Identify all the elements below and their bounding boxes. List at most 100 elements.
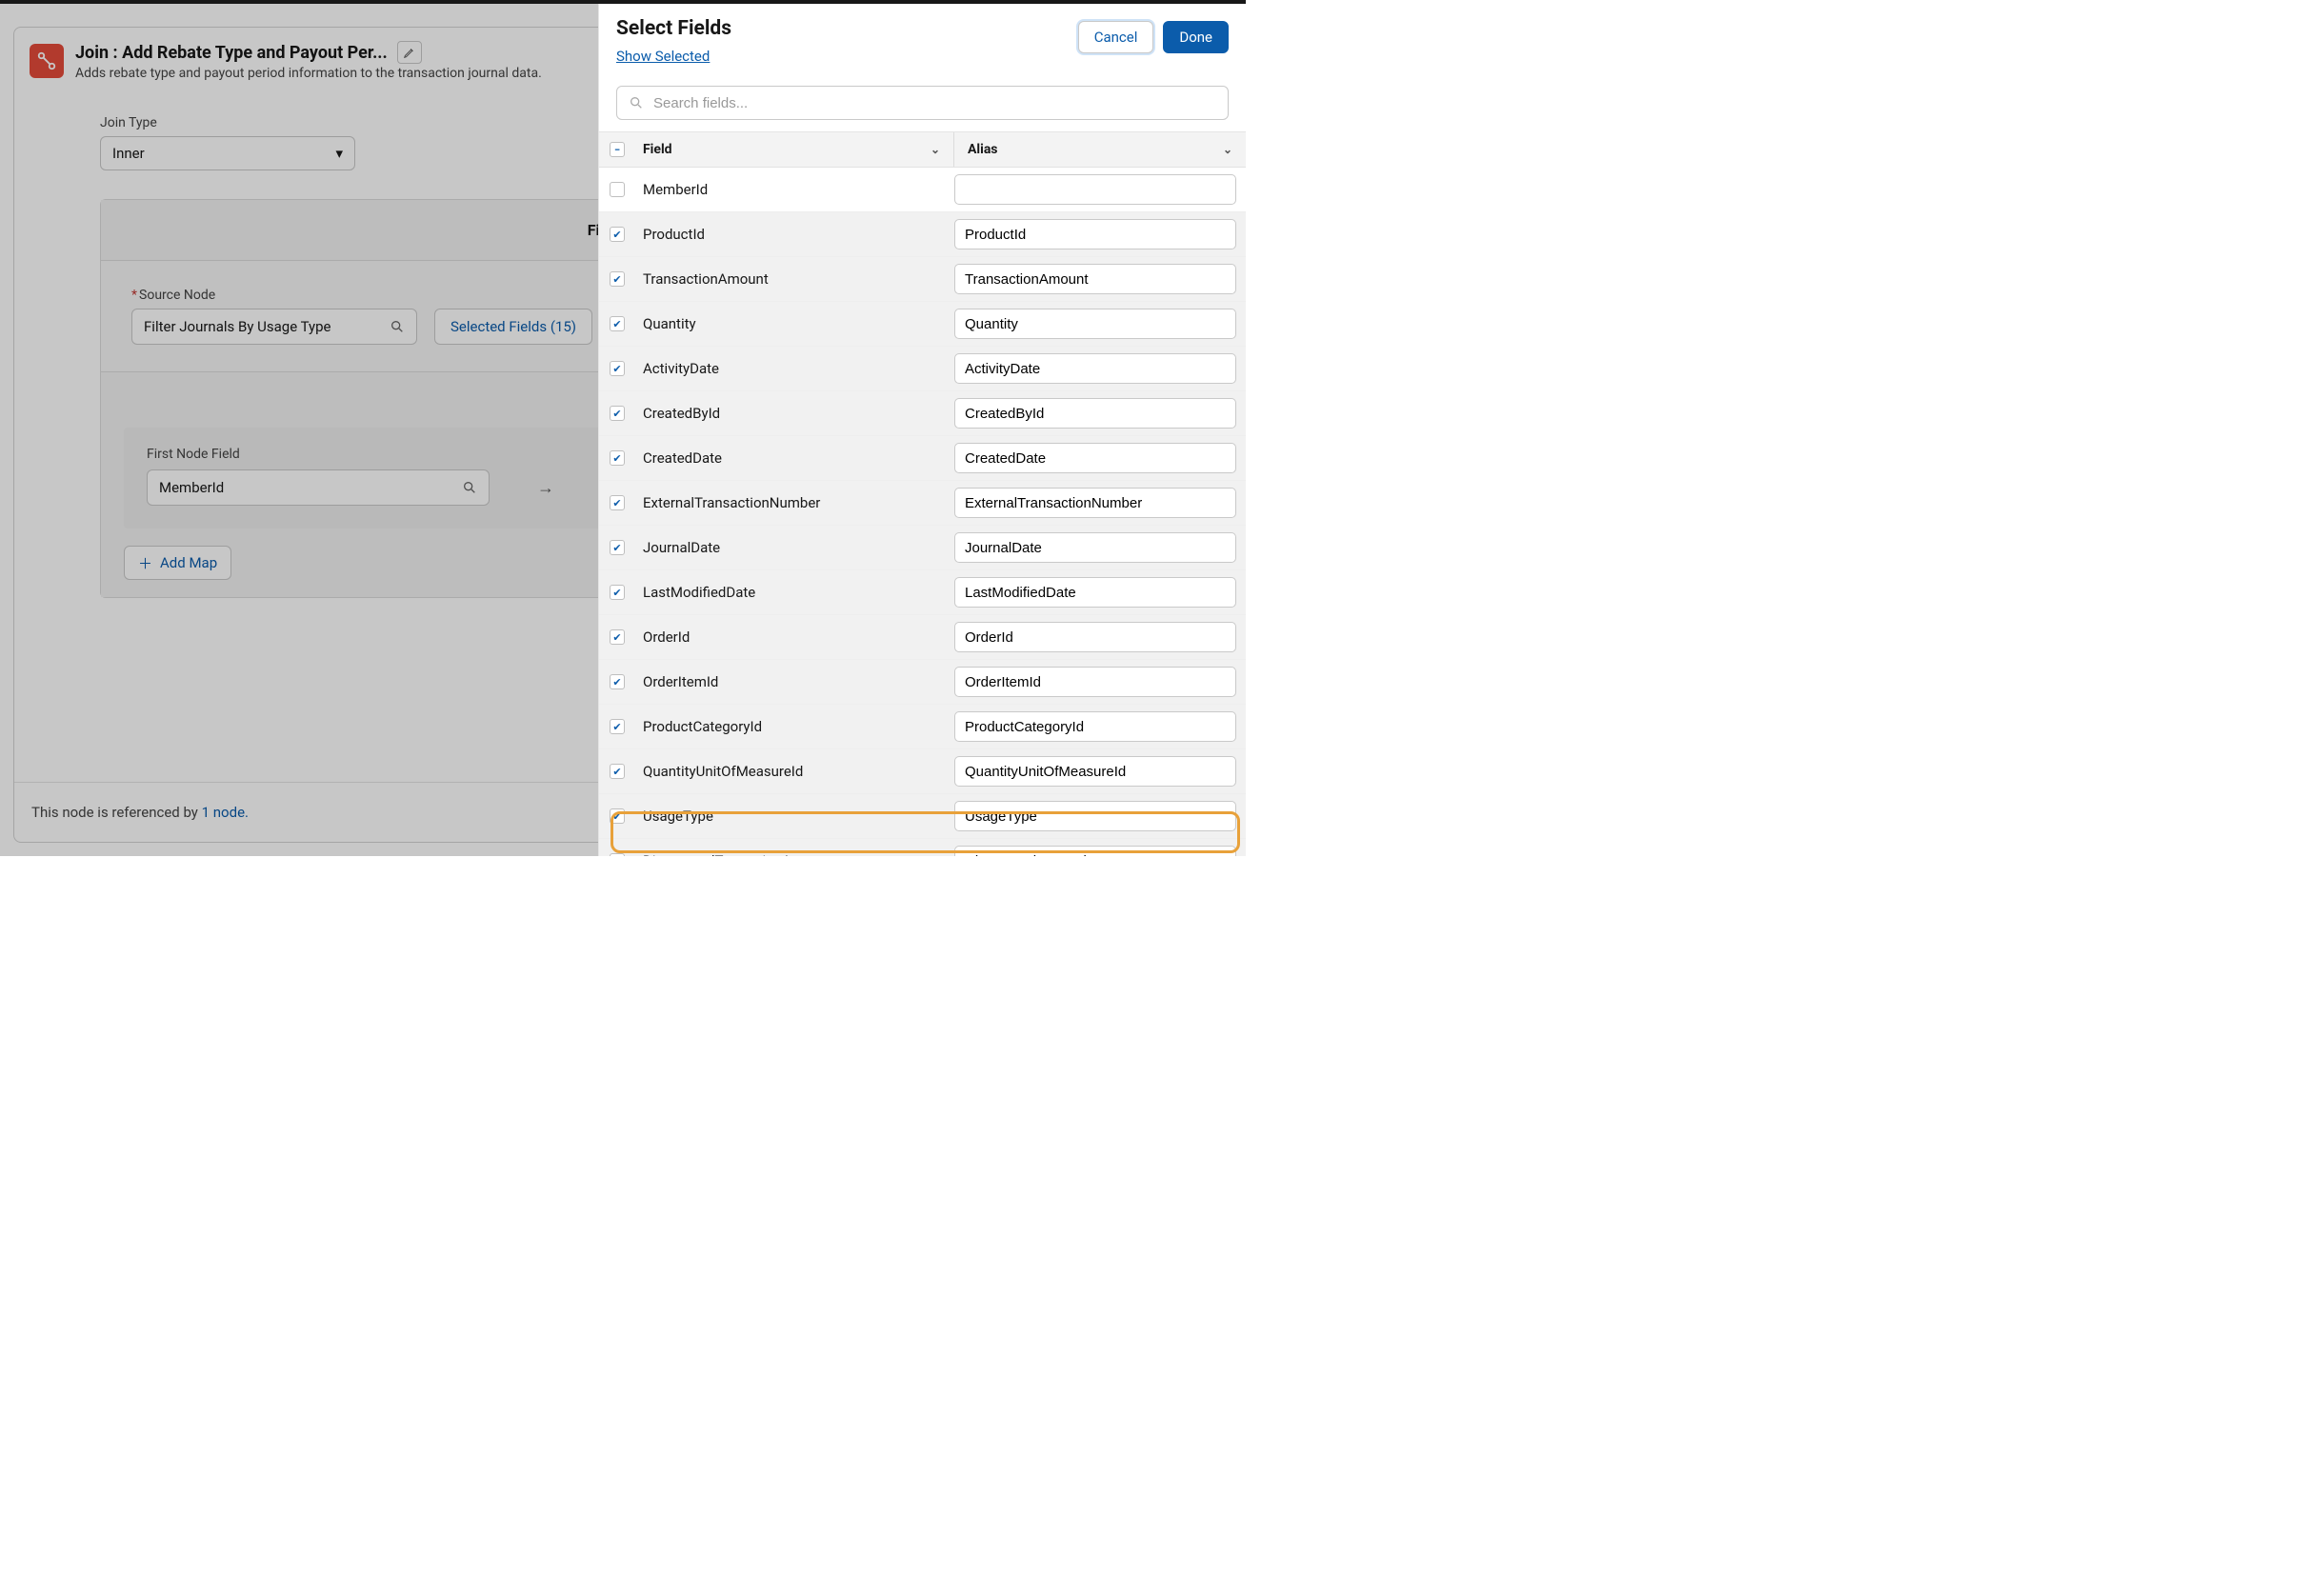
table-body: MemberId ProductId TransactionAmount Quanti…: [599, 168, 1246, 856]
card-subtitle: Adds rebate type and payout period infor…: [75, 66, 542, 81]
alias-input[interactable]: [954, 309, 1236, 339]
select-fields-modal: Select Fields Show Selected Cancel Done …: [598, 4, 1246, 856]
alias-input[interactable]: [954, 174, 1236, 205]
join-type-value: Inner: [112, 145, 145, 162]
row-checkbox[interactable]: [610, 316, 625, 331]
column-header-alias[interactable]: Alias ⌄: [954, 132, 1246, 167]
row-checkbox[interactable]: [610, 808, 625, 824]
alias-input[interactable]: [954, 264, 1236, 294]
alias-input[interactable]: [954, 398, 1236, 429]
table-row: DiscountedTrasactionAmount: [599, 839, 1246, 856]
alias-input[interactable]: [954, 711, 1236, 742]
field-name: CreatedById: [635, 405, 954, 422]
alias-input[interactable]: [954, 353, 1236, 384]
done-button[interactable]: Done: [1163, 21, 1229, 53]
alias-input[interactable]: [954, 488, 1236, 518]
source-node-label: *Source Node: [131, 288, 417, 303]
select-all-checkbox[interactable]: [610, 142, 625, 157]
table-header: Field ⌄ Alias ⌄: [599, 132, 1246, 168]
table-row: ProductCategoryId: [599, 705, 1246, 749]
field-name: ExternalTransactionNumber: [635, 494, 954, 511]
alias-input[interactable]: [954, 577, 1236, 608]
referenced-nodes-link[interactable]: 1 node.: [202, 804, 249, 821]
source-node-input[interactable]: Filter Journals By Usage Type: [131, 309, 417, 345]
table-row: ActivityDate: [599, 347, 1246, 391]
field-name: CreatedDate: [635, 449, 954, 467]
table-row: QuantityUnitOfMeasureId: [599, 749, 1246, 794]
search-icon: [629, 95, 644, 110]
cancel-button[interactable]: Cancel: [1078, 21, 1154, 53]
search-input-container[interactable]: [616, 86, 1229, 120]
table-row: ExternalTransactionNumber: [599, 481, 1246, 526]
alias-input[interactable]: [954, 756, 1236, 787]
search-wrap: [599, 76, 1246, 132]
field-name: OrderItemId: [635, 673, 954, 690]
field-name: DiscountedTrasactionAmount: [635, 852, 954, 856]
field-name: QuantityUnitOfMeasureId: [635, 763, 954, 780]
modal-title: Select Fields: [616, 17, 731, 40]
field-name: ProductId: [635, 226, 954, 243]
first-node-field-input[interactable]: MemberId: [147, 469, 490, 506]
add-map-button[interactable]: ＋ Add Map: [124, 546, 231, 580]
alias-input[interactable]: [954, 622, 1236, 652]
selected-fields-button[interactable]: Selected Fields (15): [434, 309, 592, 345]
table-row: OrderId: [599, 615, 1246, 660]
join-type-select[interactable]: Inner ▾: [100, 136, 355, 170]
row-checkbox[interactable]: [610, 271, 625, 287]
chevron-down-icon: ▾: [335, 145, 343, 162]
plus-icon: ＋: [138, 553, 152, 573]
row-checkbox[interactable]: [610, 719, 625, 734]
table-row: UsageType: [599, 794, 1246, 839]
field-name: OrderId: [635, 628, 954, 646]
field-name: JournalDate: [635, 539, 954, 556]
column-header-field[interactable]: Field ⌄: [635, 132, 954, 167]
table-row: OrderItemId: [599, 660, 1246, 705]
field-name: MemberId: [635, 181, 954, 198]
table-row: TransactionAmount: [599, 257, 1246, 302]
alias-input[interactable]: [954, 801, 1236, 831]
first-node-field-value: MemberId: [159, 479, 224, 496]
row-checkbox[interactable]: [610, 585, 625, 600]
join-icon: [30, 44, 64, 78]
edit-title-button[interactable]: [397, 41, 422, 64]
row-checkbox[interactable]: [610, 853, 625, 856]
field-name: ProductCategoryId: [635, 718, 954, 735]
row-checkbox[interactable]: [610, 495, 625, 510]
table-row: LastModifiedDate: [599, 570, 1246, 615]
source-node-value: Filter Journals By Usage Type: [144, 318, 330, 335]
field-name: Quantity: [635, 315, 954, 332]
show-selected-link[interactable]: Show Selected: [616, 48, 710, 65]
alias-input[interactable]: [954, 443, 1236, 473]
table-row: ProductId: [599, 212, 1246, 257]
chevron-down-icon: ⌄: [1223, 143, 1232, 156]
search-icon: [462, 480, 477, 495]
alias-input[interactable]: [954, 532, 1236, 563]
field-name: LastModifiedDate: [635, 584, 954, 601]
table-row: CreatedById: [599, 391, 1246, 436]
search-input[interactable]: [653, 95, 1216, 111]
table-row: CreatedDate: [599, 436, 1246, 481]
table-row: JournalDate: [599, 526, 1246, 570]
table-row: Quantity: [599, 302, 1246, 347]
search-icon: [390, 319, 405, 334]
row-checkbox[interactable]: [610, 450, 625, 466]
row-checkbox[interactable]: [610, 361, 625, 376]
alias-input[interactable]: [954, 846, 1236, 856]
row-checkbox[interactable]: [610, 182, 625, 197]
row-checkbox[interactable]: [610, 674, 625, 689]
row-checkbox[interactable]: [610, 406, 625, 421]
row-checkbox[interactable]: [610, 540, 625, 555]
chevron-down-icon: ⌄: [931, 143, 940, 156]
field-name: TransactionAmount: [635, 270, 954, 288]
field-name: UsageType: [635, 808, 954, 825]
modal-header: Select Fields Show Selected Cancel Done: [599, 4, 1246, 76]
arrow-right-icon: →: [537, 478, 554, 498]
row-checkbox[interactable]: [610, 764, 625, 779]
row-checkbox[interactable]: [610, 227, 625, 242]
card-title: Join : Add Rebate Type and Payout Per...: [75, 43, 388, 63]
alias-input[interactable]: [954, 667, 1236, 697]
row-checkbox[interactable]: [610, 629, 625, 645]
pencil-icon: [403, 46, 416, 59]
field-name: ActivityDate: [635, 360, 954, 377]
alias-input[interactable]: [954, 219, 1236, 249]
